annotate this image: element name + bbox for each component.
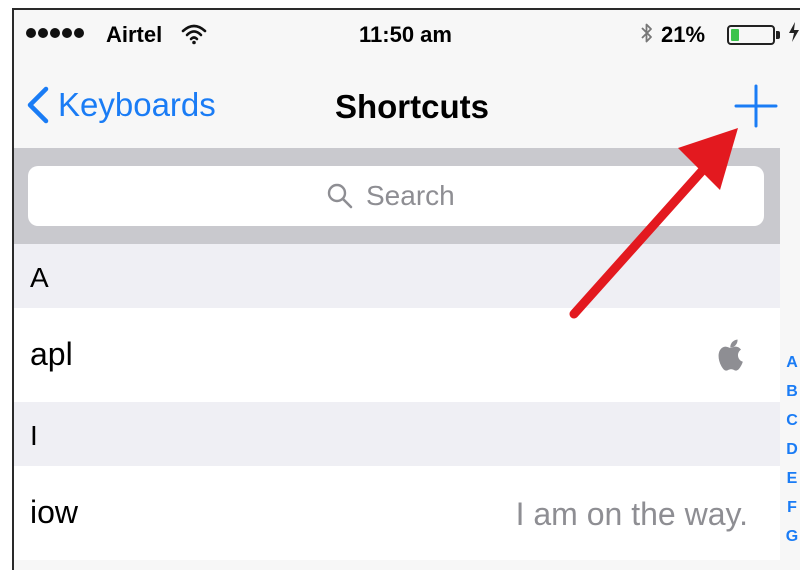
index-letter-e[interactable]: E bbox=[782, 464, 800, 493]
index-letter-g[interactable]: G bbox=[782, 522, 800, 551]
index-letter-a[interactable]: A bbox=[782, 348, 800, 377]
section-header-label: A bbox=[30, 262, 49, 293]
signal-dot bbox=[26, 28, 36, 38]
battery-percent: 21% bbox=[661, 22, 706, 47]
shortcut-text: apl bbox=[30, 336, 73, 372]
back-button[interactable]: Keyboards bbox=[24, 80, 216, 130]
status-time: 11:50 am bbox=[359, 22, 452, 47]
shortcut-phrase: I am on the way. bbox=[515, 496, 748, 532]
chevron-left-icon bbox=[27, 86, 49, 124]
wifi-icon bbox=[181, 24, 207, 45]
index-letter-b[interactable]: B bbox=[782, 377, 800, 406]
search-icon bbox=[327, 183, 353, 209]
charging-icon bbox=[788, 20, 800, 50]
shortcuts-list: A apl I iow I am on the way. bbox=[14, 244, 780, 560]
navigation-bar: Keyboards Shortcuts bbox=[14, 66, 800, 148]
shortcut-text: iow bbox=[30, 494, 79, 530]
status-bar: Airtel 11:50 am 21% bbox=[14, 10, 800, 66]
search-box[interactable] bbox=[28, 166, 764, 226]
section-header-a: A bbox=[14, 244, 780, 308]
index-letter-f[interactable]: F bbox=[782, 493, 800, 522]
signal-strength-icon bbox=[26, 28, 84, 38]
signal-dot bbox=[50, 28, 60, 38]
section-index[interactable]: A B C D E F G bbox=[782, 348, 800, 551]
search-input[interactable] bbox=[366, 180, 466, 212]
index-letter-d[interactable]: D bbox=[782, 435, 800, 464]
shortcut-row-iow[interactable]: iow I am on the way. bbox=[14, 466, 780, 560]
shortcut-row-apl[interactable]: apl bbox=[14, 308, 780, 402]
plus-icon[interactable] bbox=[732, 82, 780, 130]
search-bar-container bbox=[14, 148, 780, 244]
apple-logo-icon bbox=[718, 339, 743, 371]
phone-screen: Airtel 11:50 am 21% Keyboards Shortcuts … bbox=[12, 8, 800, 570]
signal-dot bbox=[38, 28, 48, 38]
signal-dot bbox=[74, 28, 84, 38]
page-title: Shortcuts bbox=[334, 88, 489, 125]
back-button-label: Keyboards bbox=[58, 86, 216, 123]
section-header-label: I bbox=[30, 420, 38, 451]
section-header-i: I bbox=[14, 402, 780, 466]
battery-icon bbox=[727, 25, 775, 45]
index-letter-c[interactable]: C bbox=[782, 406, 800, 435]
signal-dot bbox=[62, 28, 72, 38]
battery-tip bbox=[776, 31, 780, 39]
bluetooth-icon bbox=[640, 21, 654, 51]
carrier-name: Airtel bbox=[106, 22, 163, 47]
battery-level bbox=[731, 29, 739, 41]
